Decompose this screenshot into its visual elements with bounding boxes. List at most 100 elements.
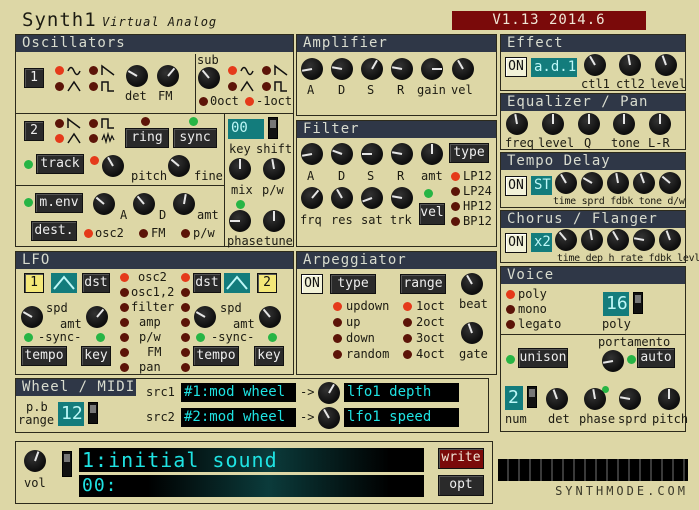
lfo2-dst-pw-led[interactable]: [181, 333, 190, 342]
osc2-wave-noise-led[interactable]: [89, 134, 98, 143]
menv-osc2-led[interactable]: [84, 229, 93, 238]
filter-d-knob[interactable]: [331, 143, 353, 165]
amp-gain-knob[interactable]: [421, 58, 443, 80]
lfo1-key-button[interactable]: key: [81, 346, 111, 366]
src2-amount-knob[interactable]: [318, 407, 340, 429]
chorus-level-knob[interactable]: [659, 229, 681, 251]
src2-select[interactable]: #2:mod wheel: [181, 408, 296, 427]
osc1-wave-saw-led[interactable]: [89, 66, 98, 75]
voice-mono-led[interactable]: [506, 305, 515, 314]
tune-knob[interactable]: [263, 210, 285, 232]
eq-freq-knob[interactable]: [506, 113, 528, 135]
sub-knob[interactable]: [198, 67, 220, 89]
unison-phase-knob[interactable]: [584, 388, 606, 410]
arp-range-button[interactable]: range: [400, 274, 446, 294]
effect-type-display[interactable]: a.d.1: [531, 58, 577, 77]
osc-fine-knob[interactable]: [168, 155, 190, 177]
delay-dw-knob[interactable]: [659, 172, 681, 194]
delay-st-display[interactable]: ST: [531, 176, 552, 195]
effect-on-button[interactable]: ON: [505, 57, 527, 77]
lfo2-wave-icon[interactable]: [224, 273, 250, 293]
menv-button[interactable]: m.env: [35, 193, 83, 213]
lfo1-dst-osc12-led[interactable]: [120, 288, 129, 297]
osc1-wave-square-led[interactable]: [89, 82, 98, 91]
filter-amt-knob[interactable]: [421, 143, 443, 165]
osc-det-knob[interactable]: [126, 65, 148, 87]
arp-3oct-led[interactable]: [403, 334, 412, 343]
write-button[interactable]: write: [438, 448, 484, 469]
menv-led[interactable]: [24, 198, 33, 207]
chorus-rate-knob[interactable]: [607, 229, 629, 251]
eq-tone-knob[interactable]: [613, 113, 635, 135]
lfo1-dst-osc2-led[interactable]: [120, 273, 129, 282]
lfo2-dst-osc12-led[interactable]: [181, 288, 190, 297]
lp12-led[interactable]: [451, 172, 460, 181]
portamento-auto-led[interactable]: [627, 355, 636, 364]
voice-poly-led[interactable]: [506, 290, 515, 299]
sub-minus1oct-led[interactable]: [245, 97, 254, 106]
lfo2-key-button[interactable]: key: [254, 346, 284, 366]
dst2-select[interactable]: lfo1 speed: [344, 408, 459, 427]
lfo2-key-led[interactable]: [268, 333, 277, 342]
lfo1-dst-filter-led[interactable]: [120, 303, 129, 312]
effect-ctl1-knob[interactable]: [584, 54, 606, 76]
chorus-mode-display[interactable]: x2: [531, 233, 552, 252]
arp-on-button[interactable]: ON: [301, 274, 323, 294]
sub-tri-led[interactable]: [228, 82, 237, 91]
lfo1-amt-knob[interactable]: [86, 306, 108, 328]
filter-frq-knob[interactable]: [301, 187, 323, 209]
unison-num-switch[interactable]: [527, 386, 537, 408]
lfo2-dst-pan-led[interactable]: [181, 363, 190, 372]
menv-pw-led[interactable]: [181, 229, 190, 238]
osc1-wave-tri-led[interactable]: [55, 82, 64, 91]
voice-poly-display[interactable]: 16: [603, 292, 629, 316]
lp24-led[interactable]: [451, 187, 460, 196]
eq-q-knob[interactable]: [578, 113, 600, 135]
osc2-button[interactable]: 2: [24, 121, 44, 141]
unison-sprd-knob[interactable]: [619, 388, 641, 410]
lfo1-dst-fm-led[interactable]: [120, 348, 129, 357]
lfo1-wave-icon[interactable]: [51, 273, 77, 293]
ring-led[interactable]: [141, 117, 150, 126]
arp-1oct-led[interactable]: [403, 302, 412, 311]
bank-display[interactable]: 00:: [79, 475, 424, 497]
track-button[interactable]: track: [36, 154, 84, 174]
volume-knob[interactable]: [24, 450, 46, 472]
sub-sine-led[interactable]: [228, 66, 237, 75]
lfo1-tempo-led[interactable]: [24, 333, 33, 342]
src1-amount-knob[interactable]: [318, 382, 340, 404]
lfo1-button[interactable]: 1: [24, 273, 44, 293]
lfo2-amt-knob[interactable]: [259, 306, 281, 328]
patch-name-display[interactable]: 1:initial sound: [79, 448, 424, 472]
arp-down-led[interactable]: [333, 334, 342, 343]
filter-vel-button[interactable]: vel: [419, 203, 445, 225]
sync-led[interactable]: [189, 117, 198, 126]
filter-vel-led[interactable]: [424, 189, 433, 198]
lfo2-spd-knob[interactable]: [194, 306, 216, 328]
lfo2-tempo-led[interactable]: [196, 333, 205, 342]
lfo1-tempo-button[interactable]: tempo: [21, 346, 67, 366]
sub-0oct-led[interactable]: [199, 97, 208, 106]
filter-s-knob[interactable]: [361, 143, 383, 165]
lfo2-dst-filter-led[interactable]: [181, 303, 190, 312]
lfo2-dst-osc2-led[interactable]: [181, 273, 190, 282]
menv-a-knob[interactable]: [93, 193, 115, 215]
effect-level-knob[interactable]: [655, 54, 677, 76]
arp-random-led[interactable]: [333, 350, 342, 359]
lfo1-dst-amp-led[interactable]: [120, 318, 129, 327]
effect-ctl2-knob[interactable]: [619, 54, 641, 76]
lfo1-dst-button[interactable]: dst: [82, 273, 110, 293]
delay-sprd-knob[interactable]: [581, 172, 603, 194]
mix-knob[interactable]: [229, 158, 251, 180]
eq-lr-knob[interactable]: [649, 113, 671, 135]
pb-range-switch[interactable]: [88, 402, 98, 424]
unison-led[interactable]: [506, 355, 515, 364]
lfo2-button[interactable]: 2: [257, 273, 277, 293]
arp-up-led[interactable]: [333, 318, 342, 327]
delay-fdbk-knob[interactable]: [607, 172, 629, 194]
arp-type-button[interactable]: type: [330, 274, 376, 294]
arp-4oct-led[interactable]: [403, 350, 412, 359]
unison-num-display[interactable]: 2: [505, 386, 523, 410]
chorus-fdbk-knob[interactable]: [633, 229, 655, 251]
key-shift-switch[interactable]: [268, 117, 278, 139]
